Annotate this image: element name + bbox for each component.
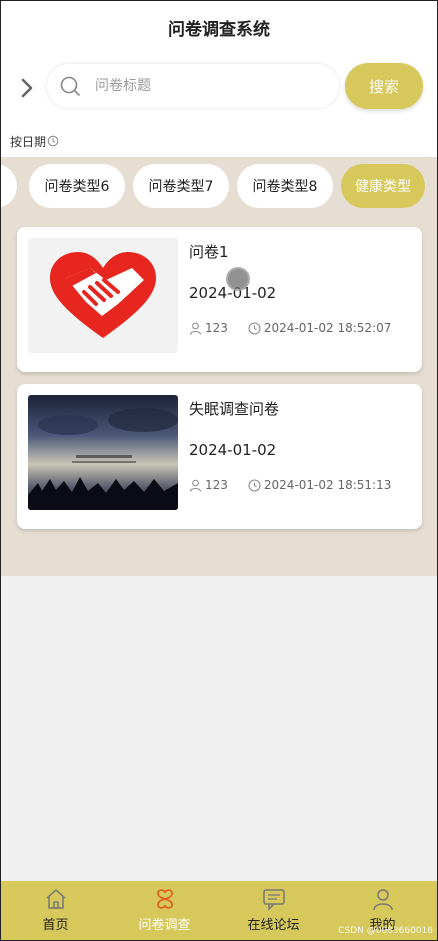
survey-title: 问卷1	[189, 243, 229, 261]
survey-meta: 123 2024-01-02 18:51:13	[189, 478, 391, 492]
survey-list-area: 问卷类型6 问卷类型7 问卷类型8 健康类型 问卷1 2024-01-02 12…	[1, 157, 437, 576]
tab-category-partial[interactable]	[1, 164, 17, 208]
sort-row: 按日期	[1, 125, 437, 157]
clock-icon	[248, 322, 261, 334]
survey-thumbnail	[28, 395, 178, 510]
nav-label: 问卷调查	[138, 918, 191, 933]
search-input[interactable]	[93, 77, 317, 95]
survey-card[interactable]: 问卷1 2024-01-02 123 2024-01-02 18:52:07	[17, 227, 422, 372]
tab-label: 问卷类型7	[148, 179, 214, 195]
home-icon	[46, 889, 65, 909]
watermark: CSDN @0083660016	[338, 926, 433, 936]
survey-title: 失眠调查问卷	[189, 400, 280, 418]
search-box[interactable]	[47, 64, 339, 108]
nav-forum[interactable]: 在线论坛	[219, 881, 328, 940]
search-button[interactable]: 搜索	[345, 63, 423, 109]
nav-label: 在线论坛	[247, 918, 300, 933]
nav-home[interactable]: 首页	[1, 881, 110, 940]
tab-category-active[interactable]: 健康类型	[341, 164, 425, 208]
participant-count: 123	[205, 321, 228, 335]
tab-category[interactable]: 问卷类型7	[133, 164, 229, 208]
night-sky-photo	[28, 395, 178, 510]
handshake-heart-icon	[50, 252, 156, 338]
survey-timestamp: 2024-01-02 18:52:07	[263, 321, 392, 335]
touch-cursor	[226, 267, 250, 291]
forum-icon	[262, 889, 285, 911]
search-row: 搜索	[1, 53, 437, 125]
page-title: 问卷调查系统	[168, 19, 270, 40]
tab-category[interactable]: 问卷类型6	[29, 164, 125, 208]
app-frame: 问卷调查系统 搜索 按日期 问卷类型6 问卷类型7 问卷类型8 健康类型	[0, 0, 438, 941]
tab-label: 问卷类型6	[44, 179, 110, 195]
survey-thumbnail	[28, 238, 178, 353]
sort-by-date-label[interactable]: 按日期	[10, 133, 46, 150]
clock-icon	[47, 135, 59, 147]
participant-count: 123	[205, 478, 228, 492]
survey-card[interactable]: 失眠调查问卷 2024-01-02 123 2024-01-02 18:51:1…	[17, 384, 422, 529]
category-tabs: 问卷类型6 问卷类型7 问卷类型8 健康类型	[1, 162, 437, 210]
survey-date: 2024-01-02	[189, 441, 277, 459]
user-icon	[190, 322, 201, 335]
tab-label: 健康类型	[355, 179, 411, 195]
chevron-right-icon[interactable]	[15, 75, 39, 101]
user-icon	[190, 479, 201, 492]
survey-icon	[156, 889, 173, 909]
nav-survey[interactable]: 问卷调查	[110, 881, 219, 940]
survey-meta: 123 2024-01-02 18:52:07	[189, 321, 391, 335]
tab-category[interactable]: 问卷类型8	[237, 164, 333, 208]
app-header: 问卷调查系统	[1, 1, 437, 53]
survey-timestamp: 2024-01-02 18:51:13	[263, 478, 392, 492]
nav-label: 首页	[42, 918, 69, 933]
clock-icon	[248, 479, 261, 491]
tab-label: 问卷类型8	[252, 179, 318, 195]
search-icon	[60, 76, 80, 96]
user-icon	[372, 889, 393, 911]
bottom-nav: 首页 问卷调查 在线论坛 我的 CSDN @0083660016	[1, 881, 437, 940]
